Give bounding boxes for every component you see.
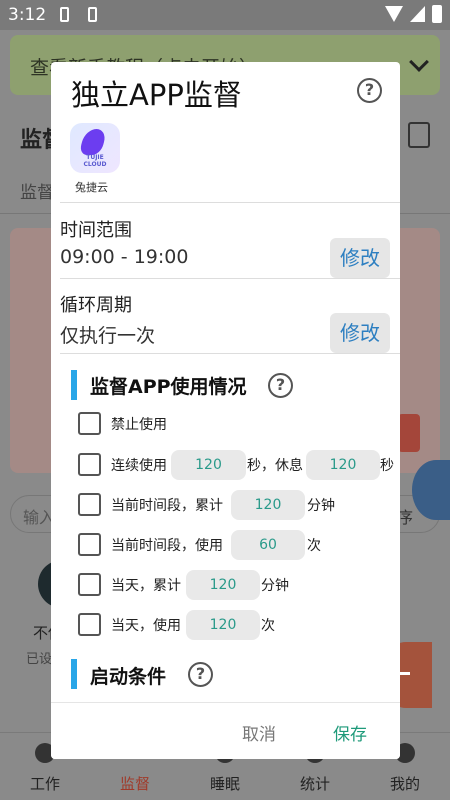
checkbox[interactable]: [78, 493, 101, 516]
status-time: 3:12: [8, 5, 47, 25]
period-minutes-input[interactable]: 120: [231, 490, 305, 520]
option-text: 当天，使用: [111, 618, 181, 634]
checkbox[interactable]: [78, 573, 101, 596]
rabbit-logo-icon: [78, 129, 108, 155]
day-count-input[interactable]: 120: [186, 610, 260, 640]
checkbox[interactable]: [78, 533, 101, 556]
card-subtext: 已设: [26, 652, 53, 667]
checkbox[interactable]: [78, 613, 101, 636]
checkbox[interactable]: [78, 453, 101, 476]
option-text: 次: [307, 538, 321, 554]
sim-card-icon: [88, 7, 97, 22]
wifi-icon: [385, 6, 403, 22]
help-icon[interactable]: ?: [357, 78, 382, 103]
option-text: 分钟: [307, 498, 335, 514]
divider: [60, 278, 400, 279]
app-name: 兔捷云: [75, 181, 108, 194]
edit-time-range-button[interactable]: 修改: [330, 238, 390, 278]
option-text: 次: [261, 618, 275, 634]
divider: [60, 202, 400, 203]
battery-icon: [432, 5, 442, 23]
option-text: 连续使用: [111, 458, 167, 474]
nav-label: 统计: [299, 775, 330, 793]
save-button[interactable]: 保存: [333, 720, 367, 745]
app-icon[interactable]: TUJIE CLOUD: [70, 123, 120, 173]
clipboard-icon: [408, 122, 430, 148]
rest-seconds-input[interactable]: 120: [306, 450, 380, 480]
start-section-title: 启动条件: [90, 666, 167, 688]
time-range-label: 时间范围: [60, 220, 132, 241]
app-brand-text: TUJIE: [86, 154, 104, 161]
status-bar: 3:12: [0, 0, 450, 30]
edit-cycle-button[interactable]: 修改: [330, 313, 390, 353]
app-supervision-dialog: 独立APP监督 ? TUJIE CLOUD 兔捷云 时间范围 09:00 - 1…: [51, 62, 400, 759]
nav-label: 我的: [389, 775, 420, 793]
option-text: 当前时间段，使用: [111, 538, 223, 554]
tab-supervise: 监督: [20, 183, 54, 203]
checkbox[interactable]: [78, 412, 101, 435]
period-count-input[interactable]: 60: [231, 530, 305, 560]
sim-card-icon: [60, 7, 69, 22]
option-text: 当前时间段，累计: [111, 498, 223, 514]
section-accent-bar: [71, 370, 77, 400]
dialog-footer: 取消 保存: [51, 702, 400, 759]
option-text: 秒: [380, 458, 394, 474]
nav-label: 睡眠: [209, 775, 240, 793]
section-accent-bar: [71, 659, 77, 689]
option-text: 分钟: [261, 578, 289, 594]
app-brand-text: CLOUD: [83, 161, 107, 168]
option-text: 禁止使用: [111, 417, 167, 433]
nav-label: 监督: [119, 775, 150, 793]
cycle-label: 循环周期: [60, 295, 132, 316]
nav-label: 工作: [29, 775, 60, 793]
help-icon[interactable]: ?: [188, 662, 213, 687]
usage-section-title: 监督APP使用情况: [90, 376, 247, 398]
continuous-seconds-input[interactable]: 120: [171, 450, 246, 480]
help-icon[interactable]: ?: [268, 373, 293, 398]
cancel-button[interactable]: 取消: [242, 720, 276, 745]
cycle-value: 仅执行一次: [60, 325, 156, 347]
divider: [60, 353, 400, 354]
option-text: 秒，休息: [247, 458, 303, 474]
cell-signal-icon: [410, 6, 425, 22]
day-minutes-input[interactable]: 120: [186, 570, 260, 600]
dialog-title: 独立APP监督: [71, 78, 242, 112]
time-range-value: 09:00 - 19:00: [60, 246, 189, 268]
option-text: 当天，累计: [111, 578, 181, 594]
background-button: [398, 414, 420, 452]
chevron-down-icon: [409, 52, 429, 72]
